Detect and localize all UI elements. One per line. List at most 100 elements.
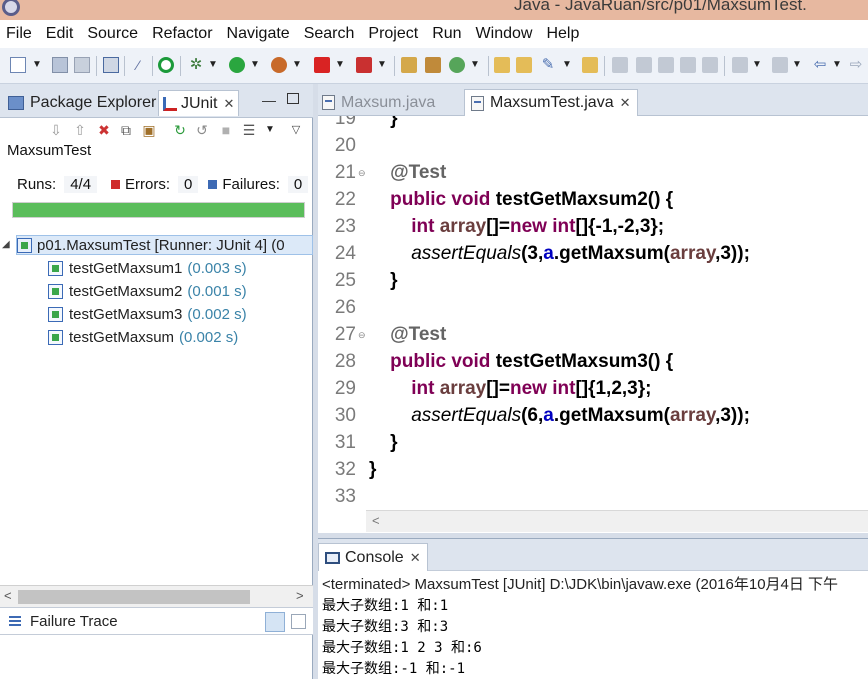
test-suite-node[interactable]: p01.MaxsumTest [Runner: JUnit 4] (0 — [16, 235, 313, 255]
menu-project[interactable]: Project — [368, 25, 418, 43]
test-passed-icon — [48, 329, 63, 345]
test-name: testGetMaxsum — [69, 328, 175, 346]
fold-toggle-icon[interactable]: ⊖ — [358, 168, 366, 179]
pin-editor-icon[interactable] — [636, 57, 652, 73]
scroll-lock-icon[interactable]: ⧉ — [118, 122, 134, 138]
new-java-package-icon[interactable] — [401, 57, 417, 73]
show-whitespace-icon[interactable] — [680, 57, 696, 73]
search-icon[interactable]: ✎ — [540, 57, 556, 73]
editor-horizontal-scrollbar[interactable]: < — [366, 510, 868, 532]
menu-refactor[interactable]: Refactor — [152, 25, 212, 43]
menu-source[interactable]: Source — [87, 25, 138, 43]
previous-annotation-icon[interactable] — [772, 57, 788, 73]
annotation-icon[interactable] — [612, 57, 628, 73]
tab-junit[interactable]: JUnit ✕ — [158, 90, 240, 116]
coverage-icon[interactable] — [356, 57, 372, 73]
tab-console[interactable]: Console ✕ — [318, 543, 428, 571]
tab-maxsumtest-java[interactable]: MaxsumTest.java ✕ — [464, 89, 638, 116]
test-passed-icon — [48, 306, 63, 322]
history-dropdown-icon[interactable]: ▼ — [262, 122, 278, 138]
block-selection-icon[interactable] — [658, 57, 674, 73]
compare-result-icon[interactable] — [291, 614, 306, 629]
test-run-history-icon[interactable]: ☰ — [241, 122, 257, 138]
menu-file[interactable]: File — [6, 25, 32, 43]
code-area[interactable]: 19 } 20 21 ⊖ @Test 22 public void testGetMax… — [318, 116, 868, 510]
test-tree-horizontal-scrollbar[interactable]: < > — [0, 585, 313, 607]
debug-icon[interactable]: ✲ — [188, 57, 204, 73]
menu-search[interactable]: Search — [304, 25, 355, 43]
scroll-right-icon[interactable]: > — [296, 588, 304, 603]
test-node[interactable]: testGetMaxsum1 (0.003 s) — [48, 258, 247, 278]
coverage-dropdown-icon[interactable]: ▼ — [377, 57, 387, 73]
external-tools-icon[interactable] — [271, 57, 287, 73]
code-token: ,3)); — [715, 243, 750, 264]
code-line: 21 ⊖ @Test — [318, 162, 868, 189]
toggle-mark-icon[interactable]: ⁄ — [130, 57, 146, 73]
menu-run[interactable]: Run — [432, 25, 461, 43]
new-java-class-icon[interactable] — [449, 57, 465, 73]
next-annotation-icon[interactable] — [732, 57, 748, 73]
close-icon[interactable]: ✕ — [410, 550, 421, 566]
skip-breakpoints-icon[interactable] — [158, 57, 174, 73]
code-token: int — [552, 378, 576, 399]
close-icon[interactable]: ✕ — [223, 96, 234, 112]
test-node[interactable]: testGetMaxsum (0.002 s) — [48, 327, 238, 347]
run-dropdown-icon[interactable]: ▼ — [250, 57, 260, 73]
search-dropdown-icon[interactable]: ▼ — [562, 57, 572, 73]
back-dropdown-icon[interactable]: ▼ — [832, 57, 842, 73]
test-name: testGetMaxsum2 — [69, 282, 183, 300]
new-java-project-icon[interactable] — [425, 57, 441, 73]
view-menu-icon[interactable]: ▽ — [288, 122, 304, 138]
code-text: assertEquals(3,a.getMaxsum(array,3)); — [369, 243, 750, 265]
external-tools-dropdown-icon[interactable]: ▼ — [292, 57, 302, 73]
test-node[interactable]: testGetMaxsum3 (0.002 s) — [48, 304, 247, 324]
test-node[interactable]: testGetMaxsum2 (0.001 s) — [48, 281, 247, 301]
rerun-icon[interactable]: ↻ — [172, 122, 188, 138]
save-icon[interactable] — [52, 57, 68, 73]
new-icon[interactable] — [10, 57, 26, 73]
scroll-left-icon[interactable]: < — [372, 513, 380, 528]
menu-window[interactable]: Window — [476, 25, 533, 43]
show-failures-only-icon[interactable]: ✖ — [96, 122, 112, 138]
back-icon[interactable]: ⇦ — [812, 57, 828, 73]
code-token: []= — [486, 216, 510, 237]
code-text: } — [369, 459, 376, 481]
save-all-icon[interactable] — [74, 57, 90, 73]
stop-icon[interactable] — [314, 57, 330, 73]
previous-annotation-dropdown-icon[interactable]: ▼ — [792, 57, 802, 73]
forward-icon[interactable]: ⇨ — [848, 57, 864, 73]
maximize-icon[interactable] — [287, 93, 299, 104]
previous-failure-icon[interactable]: ⇧ — [72, 122, 88, 138]
next-annotation-dropdown-icon[interactable]: ▼ — [752, 57, 762, 73]
scroll-left-icon[interactable]: < — [4, 588, 12, 603]
history-icon[interactable]: ▣ — [141, 122, 157, 138]
open-resource-icon[interactable] — [516, 57, 532, 73]
filter-stack-trace-icon[interactable] — [265, 612, 285, 632]
line-number: 26 — [334, 297, 356, 318]
close-icon[interactable]: ✕ — [620, 95, 631, 111]
scrollbar-thumb[interactable] — [18, 590, 250, 604]
line-number: 30 — [334, 405, 356, 426]
print-icon[interactable] — [103, 57, 119, 73]
code-token: void — [451, 351, 491, 372]
open-type-icon[interactable] — [494, 57, 510, 73]
run-icon[interactable] — [229, 57, 245, 73]
menu-navigate[interactable]: Navigate — [227, 25, 290, 43]
rerun-failed-first-icon[interactable]: ↺ — [194, 122, 210, 138]
fold-toggle-icon[interactable]: ⊖ — [358, 330, 366, 341]
stop-run-icon[interactable]: ■ — [218, 122, 234, 138]
minimize-icon[interactable]: — — [262, 92, 276, 108]
new-dropdown-icon[interactable]: ▼ — [32, 57, 42, 73]
open-task-icon[interactable] — [582, 57, 598, 73]
tab-maxsum-java[interactable]: Maxsum.java — [322, 89, 435, 116]
debug-dropdown-icon[interactable]: ▼ — [208, 57, 218, 73]
next-failure-icon[interactable]: ⇩ — [48, 122, 64, 138]
menu-help[interactable]: Help — [546, 25, 579, 43]
tab-package-explorer[interactable]: Package Explorer — [8, 90, 156, 116]
collapse-toggle-icon[interactable]: ◢ — [2, 239, 10, 250]
stop-dropdown-icon[interactable]: ▼ — [335, 57, 345, 73]
new-class-dropdown-icon[interactable]: ▼ — [470, 57, 480, 73]
word-wrap-icon[interactable] — [702, 57, 718, 73]
menu-edit[interactable]: Edit — [46, 25, 74, 43]
